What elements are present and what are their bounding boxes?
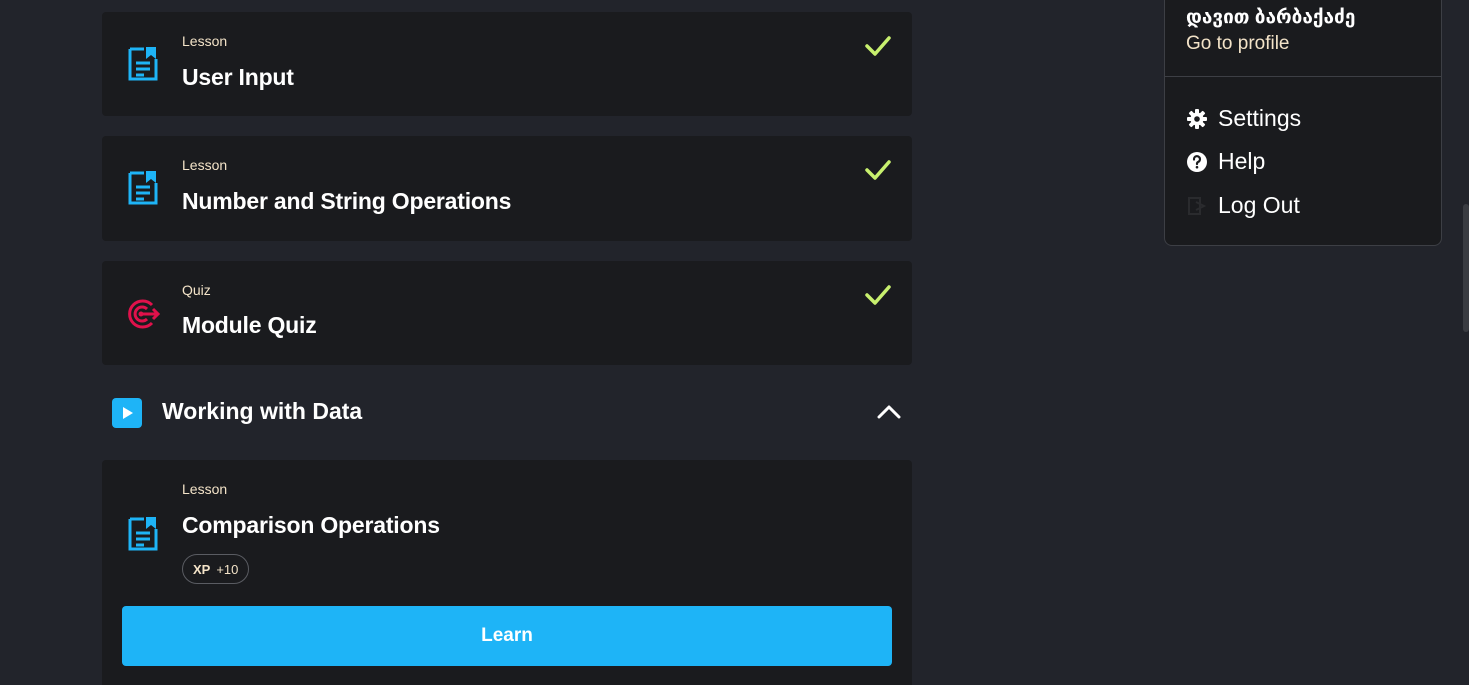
xp-badge: XP +10 — [182, 554, 250, 584]
lesson-card-comparison-operations: Lesson Comparison Operations XP +10 Lear… — [102, 460, 912, 685]
lesson-doc-icon — [128, 517, 158, 551]
help-circle-icon — [1187, 151, 1207, 172]
lesson-type-label: Lesson — [182, 481, 228, 497]
lesson-doc-icon — [128, 171, 158, 205]
menu-item-log-out[interactable]: Log Out — [1186, 192, 1300, 219]
menu-item-settings[interactable]: Settings — [1186, 105, 1301, 132]
lesson-title: User Input — [182, 64, 294, 90]
logout-icon — [1188, 196, 1207, 215]
lesson-title: Number and String Operations — [182, 188, 512, 214]
quiz-type-label: Quiz — [182, 282, 211, 298]
section-header-working-with-data[interactable]: Working with Data — [102, 378, 912, 444]
lesson-card-user-input[interactable]: Lesson User Input — [102, 12, 912, 116]
page-scrollbar[interactable] — [1463, 204, 1469, 332]
check-icon — [865, 36, 891, 56]
xp-value: +10 — [216, 561, 239, 577]
gear-icon — [1187, 108, 1207, 129]
lesson-card-number-string[interactable]: Lesson Number and String Operations — [102, 136, 912, 241]
lesson-type-label: Lesson — [182, 33, 228, 49]
lesson-title: Comparison Operations — [182, 512, 440, 538]
xp-label: XP — [193, 561, 211, 577]
learn-button[interactable]: Learn — [122, 606, 892, 666]
play-icon — [112, 398, 142, 428]
lesson-doc-icon — [128, 47, 158, 81]
user-dropdown-menu: დავით ბარბაქაძე Go to profile Settings H… — [1164, 0, 1442, 246]
menu-item-help[interactable]: Help — [1186, 148, 1265, 175]
quiz-title: Module Quiz — [182, 312, 317, 338]
quiz-card-module-quiz[interactable]: Quiz Module Quiz — [102, 261, 912, 365]
go-to-profile-link[interactable]: Go to profile — [1186, 33, 1290, 55]
chevron-up-icon[interactable] — [876, 402, 902, 422]
course-page: Lesson User Input Lesson Number and Stri… — [0, 0, 1469, 685]
lesson-type-label: Lesson — [182, 157, 228, 173]
check-icon — [865, 160, 891, 180]
check-icon — [865, 285, 891, 305]
menu-divider — [1165, 76, 1441, 77]
user-name: დავით ბარბაქაძე — [1186, 7, 1356, 28]
menu-item-label: Help — [1218, 148, 1266, 174]
section-title: Working with Data — [162, 398, 363, 424]
quiz-target-icon — [128, 299, 160, 329]
menu-item-label: Log Out — [1218, 192, 1300, 218]
menu-item-label: Settings — [1218, 105, 1302, 131]
